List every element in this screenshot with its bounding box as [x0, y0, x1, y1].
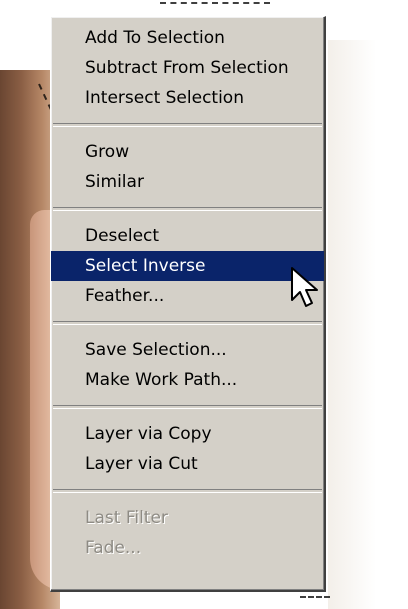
- selection-marquee-bottom: [300, 596, 330, 608]
- menu-item-last-filter: Last Filter: [85, 508, 168, 528]
- menu-item-feather[interactable]: Feather...: [51, 281, 324, 311]
- photo-background-region: [328, 40, 408, 609]
- menu-separator: [53, 489, 322, 493]
- menu-item-save-selection[interactable]: Save Selection...: [51, 335, 324, 365]
- menu-separator: [53, 207, 322, 211]
- menu-item-make-work-path[interactable]: Make Work Path...: [51, 365, 324, 395]
- menu-item-layer-via-copy[interactable]: Layer via Copy: [51, 419, 324, 449]
- selection-context-menu: Add To Selection Subtract From Selection…: [50, 16, 326, 592]
- menu-item-deselect[interactable]: Deselect: [51, 221, 324, 251]
- selection-marquee-top: [160, 2, 270, 14]
- arrow-pointer-icon: [291, 267, 318, 307]
- menu-item-intersect-selection[interactable]: Intersect Selection: [51, 83, 324, 113]
- menu-separator: [53, 405, 322, 409]
- menu-item-fade: Fade...: [85, 538, 142, 558]
- menu-item-grow[interactable]: Grow: [51, 137, 324, 167]
- menu-item-layer-via-cut[interactable]: Layer via Cut: [51, 449, 324, 479]
- menu-item-subtract-from-selection[interactable]: Subtract From Selection: [51, 53, 324, 83]
- menu-item-add-to-selection[interactable]: Add To Selection: [51, 23, 324, 53]
- menu-separator: [53, 123, 322, 127]
- menu-separator: [53, 321, 322, 325]
- menu-item-select-inverse[interactable]: Select Inverse: [51, 251, 324, 281]
- menu-item-similar[interactable]: Similar: [51, 167, 324, 197]
- canvas-area: Add To Selection Subtract From Selection…: [0, 0, 408, 609]
